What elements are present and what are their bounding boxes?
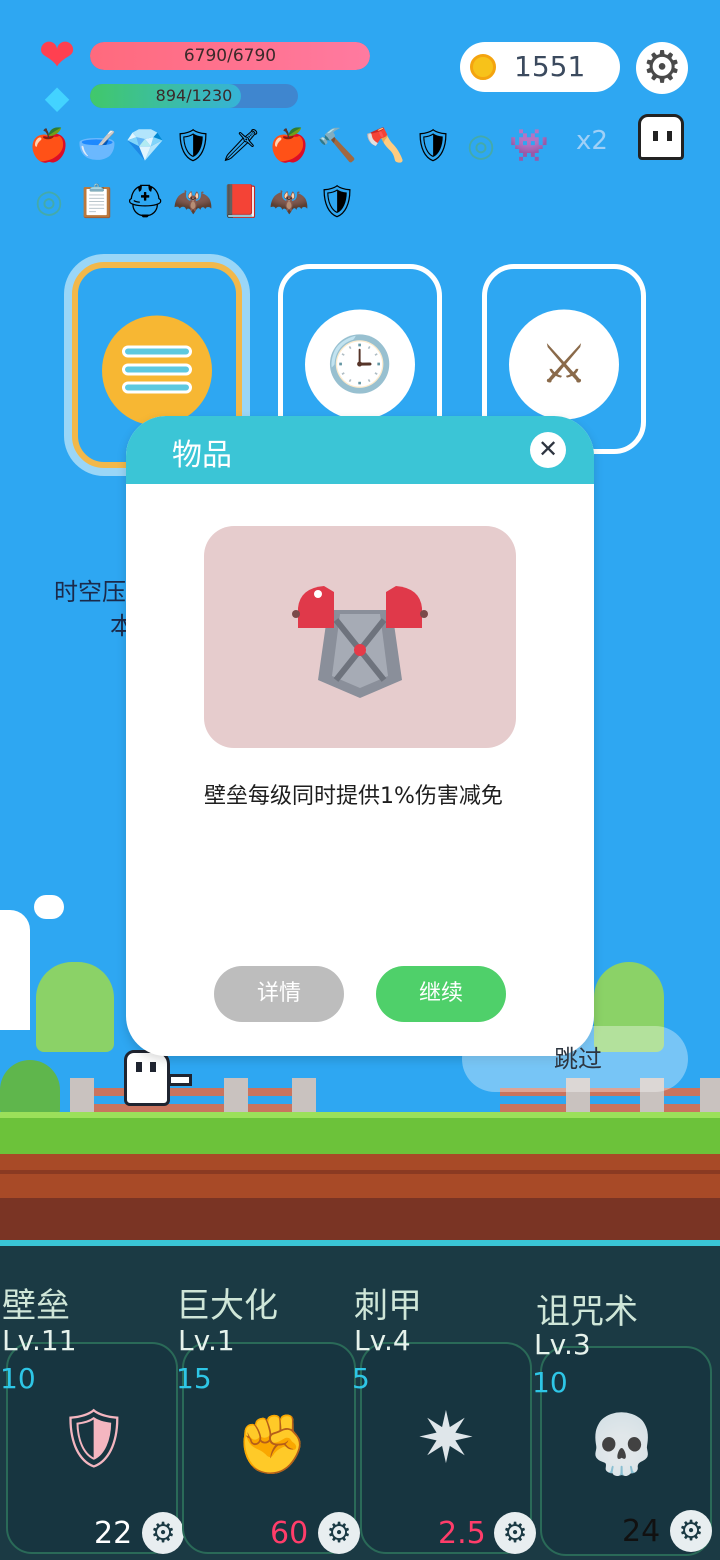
skill-cost: 15 [176, 1362, 212, 1395]
axe-icon[interactable]: 🪓 [364, 124, 406, 166]
spiked-mace-icon: ✷ [416, 1397, 476, 1479]
hammer-icon[interactable]: 🔨 [316, 124, 358, 166]
skill-name: 壁垒 [2, 1286, 70, 1326]
skill-value: 2.5 [438, 1516, 486, 1551]
skill-level: Lv.3 [534, 1328, 591, 1361]
item-dialog: 物品 ✕ 壁垒每级同时提供1%伤害减免 详情 继续 [126, 416, 594, 1056]
skill-panel-border [0, 1240, 720, 1246]
ghost-icon[interactable] [638, 114, 684, 160]
fence-post [700, 1078, 720, 1114]
gauge-icon: 🕒 [305, 309, 415, 420]
item-preview-panel [204, 526, 516, 748]
mp-text: 894/1230 [155, 86, 233, 105]
fist-icon: ✊ [235, 1410, 309, 1478]
skill-name: 诅咒术 [536, 1292, 638, 1332]
ground-dirt [0, 1154, 720, 1198]
ring-icon[interactable]: ◎ [460, 124, 502, 166]
skill-value: 22 [94, 1516, 133, 1551]
coin-value: 1551 [514, 50, 586, 83]
skull-book-icon[interactable]: 📕 [220, 180, 262, 222]
diamond-icon[interactable]: 💎 [124, 124, 166, 166]
skill-value: 60 [270, 1516, 309, 1551]
sword-icon[interactable]: 🗡 [220, 124, 262, 166]
ground-dirt-deep [0, 1198, 720, 1240]
upgrade-gear-icon[interactable]: ⚙ [670, 1510, 712, 1552]
skill-name: 刺甲 [354, 1286, 422, 1326]
skill-value: 24 [622, 1514, 661, 1549]
armor-icon[interactable]: 🛡 [316, 180, 358, 222]
bush [36, 962, 114, 1052]
coin-counter: 1551 [460, 42, 620, 92]
coin-icon [470, 54, 496, 80]
heart-icon: ❤ [38, 30, 76, 81]
ground-dirt-line [0, 1170, 720, 1174]
details-button[interactable]: 详情 [214, 966, 344, 1022]
skill-level: Lv.4 [354, 1324, 411, 1357]
upgrade-gear-icon[interactable]: ⚙ [494, 1512, 536, 1554]
dialog-header: 物品 ✕ [126, 416, 594, 484]
close-icon[interactable]: ✕ [530, 432, 566, 468]
skull-icon: 💀 [585, 1410, 659, 1478]
ground-grass [0, 1112, 720, 1154]
skill-level: Lv.11 [2, 1324, 77, 1357]
armor-icon[interactable]: 🛡 [412, 124, 454, 166]
skill-cost: 10 [532, 1366, 568, 1399]
cloud [34, 895, 64, 919]
fence [500, 1104, 720, 1112]
hp-text: 6790/6790 [183, 46, 277, 66]
list-icon[interactable]: 📋 [76, 180, 118, 222]
fence-post [224, 1078, 248, 1114]
armor-icon[interactable]: 🛡 [172, 124, 214, 166]
upgrade-gear-icon[interactable]: ⚙ [142, 1512, 184, 1554]
apple-icon[interactable]: 🍎 [28, 124, 70, 166]
bat-icon[interactable]: 🦇 [268, 180, 310, 222]
upgrade-gear-icon[interactable]: ⚙ [318, 1512, 360, 1554]
skill-cost: 10 [0, 1362, 36, 1395]
items-multiplier: x2 [576, 126, 608, 156]
item-description: 壁垒每级同时提供1%伤害减免 [204, 784, 503, 809]
list-refresh-icon [102, 315, 212, 426]
mortar-icon[interactable]: 🥣 [76, 124, 118, 166]
skill-cost: 5 [352, 1362, 370, 1395]
slime-icon[interactable]: 👾 [508, 124, 550, 166]
item-inventory-row-2: ◎ 📋 ⛑ 🦇 📕 🦇 🛡 [28, 180, 368, 222]
gear-icon[interactable]: ⚙ [636, 42, 688, 94]
skip-button[interactable]: 跳过 [462, 1026, 688, 1092]
mp-bar: 894/1230 [90, 84, 298, 108]
continue-button[interactable]: 继续 [376, 966, 506, 1022]
diamond-icon: ◆ [44, 78, 70, 116]
dialog-title: 物品 [172, 438, 232, 473]
armor-icon [292, 586, 428, 698]
armor-icon: 🛡 [57, 1404, 131, 1472]
hp-bar: 6790/6790 [90, 42, 370, 70]
fence-post [292, 1078, 316, 1114]
item-inventory-row-1: 🍎 🥣 💎 🛡 🗡 🍎 🔨 🪓 🛡 ◎ 👾 [28, 124, 558, 166]
apple-icon[interactable]: 🍎 [268, 124, 310, 166]
bush [0, 1060, 60, 1116]
crossed-swords-icon: ⚔ [509, 309, 619, 420]
cloud [0, 910, 30, 1030]
mode-label-partial: 时空压 [54, 578, 126, 606]
skill-level: Lv.1 [178, 1324, 235, 1357]
bat-icon[interactable]: 🦇 [172, 180, 214, 222]
skill-name: 巨大化 [176, 1286, 278, 1326]
ring-icon[interactable]: ◎ [28, 180, 70, 222]
helmet-icon[interactable]: ⛑ [124, 180, 166, 222]
fence-post [70, 1078, 94, 1114]
